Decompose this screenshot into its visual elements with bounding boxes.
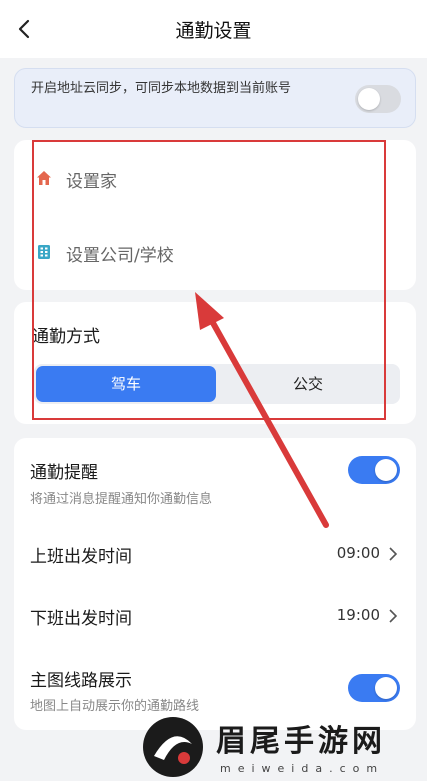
commute-mode-title: 通勤方式 <box>32 327 100 347</box>
page-title: 通勤设置 <box>175 20 252 42</box>
work-time-value: 09:00 <box>336 544 380 562</box>
work-time-title: 上班出发时间 <box>30 547 132 567</box>
watermark-url: meiweida.com <box>220 762 385 775</box>
toggle-knob <box>375 677 397 699</box>
home-time-title: 下班出发时间 <box>30 609 132 629</box>
chevron-right-icon <box>389 609 398 623</box>
reminder-title: 通勤提醒 <box>30 463 98 483</box>
route-display-toggle[interactable] <box>348 674 400 702</box>
home-icon <box>37 171 51 185</box>
commute-mode-card: 通勤方式 驾车 公交 <box>14 302 416 424</box>
address-card: 设置家 设置公司/学校 <box>14 140 416 290</box>
reminder-subtitle: 将通过消息提醒通知你通勤信息 <box>30 492 213 507</box>
set-home-row[interactable]: 设置家 <box>14 154 416 204</box>
toggle-knob <box>358 88 380 110</box>
home-time-value: 19:00 <box>336 606 380 624</box>
mode-drive-button[interactable]: 驾车 <box>36 366 216 402</box>
watermark-title: 眉尾手游网 <box>216 724 386 759</box>
watermark-logo <box>143 717 203 777</box>
reminder-row: 通勤提醒 将通过消息提醒通知你通勤信息 <box>14 438 416 510</box>
set-work-row[interactable]: 设置公司/学校 <box>14 228 416 278</box>
cloud-sync-banner: 开启地址云同步，可同步本地数据到当前账号 <box>14 68 416 128</box>
mode-transit-button[interactable]: 公交 <box>218 366 398 402</box>
cloud-sync-toggle[interactable] <box>355 85 401 113</box>
reminder-toggle[interactable] <box>348 456 400 484</box>
set-work-label: 设置公司/学校 <box>66 246 174 266</box>
top-bar: 通勤设置 <box>0 0 427 58</box>
home-time-row[interactable]: 下班出发时间 19:00 <box>14 590 416 642</box>
cloud-sync-text: 开启地址云同步，可同步本地数据到当前账号 <box>31 81 292 96</box>
work-time-row[interactable]: 上班出发时间 09:00 <box>14 528 416 580</box>
watermark: 眉尾手游网 meiweida.com <box>140 712 427 781</box>
set-home-label: 设置家 <box>66 172 117 192</box>
route-display-title: 主图线路展示 <box>30 671 132 691</box>
building-icon <box>38 245 50 259</box>
commute-mode-segment: 驾车 公交 <box>34 364 400 404</box>
chevron-right-icon <box>389 547 398 561</box>
toggle-knob <box>375 459 397 481</box>
settings-card: 通勤提醒 将通过消息提醒通知你通勤信息 上班出发时间 09:00 下班出发时间 … <box>14 438 416 730</box>
